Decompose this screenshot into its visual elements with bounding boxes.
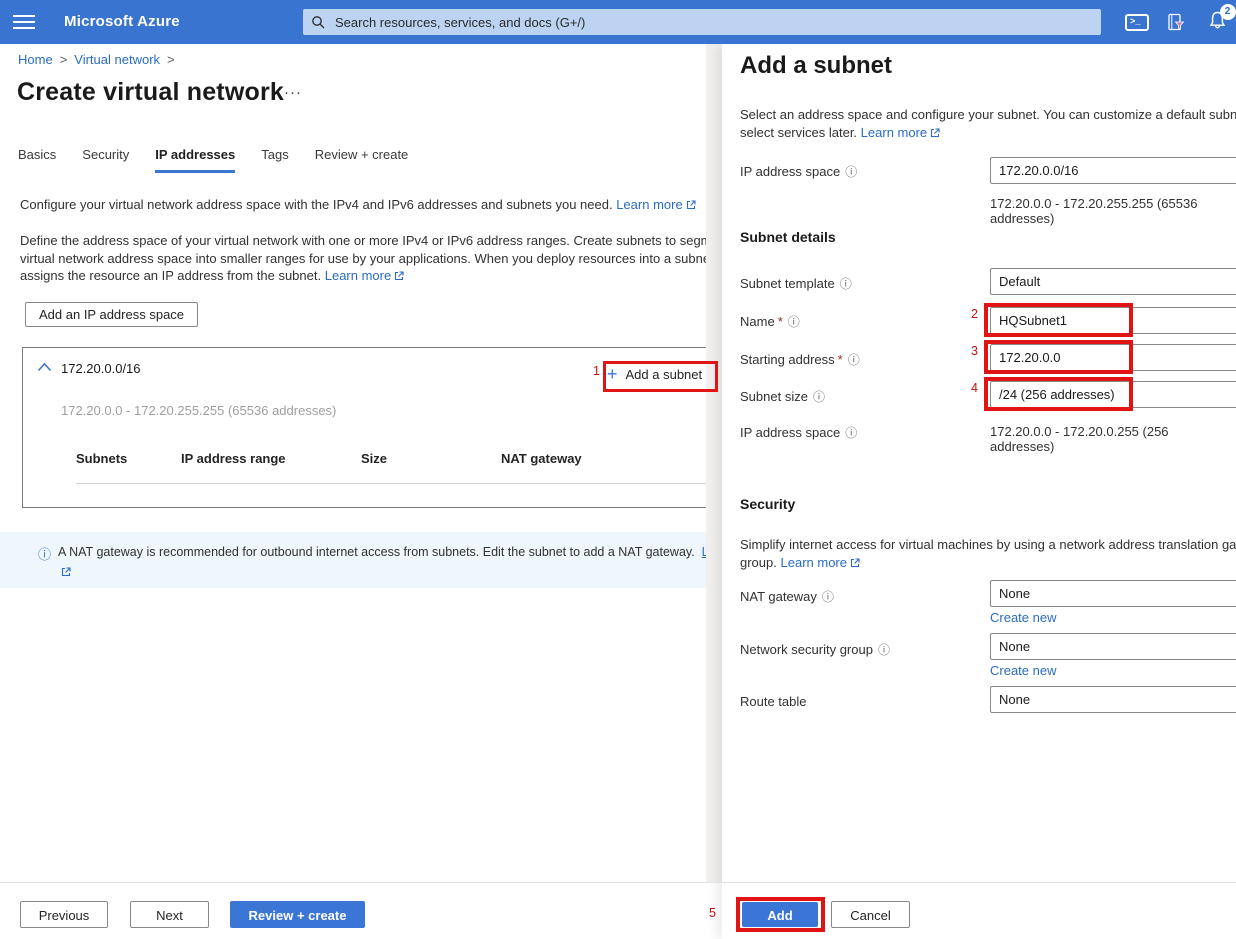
subnet-name-input[interactable]: HQSubnet1 (990, 307, 1236, 334)
global-search[interactable] (303, 9, 1101, 35)
nat-gateway-create-new-link[interactable]: Create new (990, 610, 1056, 625)
nat-gateway-select[interactable]: None (990, 580, 1236, 607)
ip-address-space-readonly-value: 172.20.0.0 - 172.20.0.255 (256 addresses… (990, 424, 1236, 454)
directory-filter-button[interactable] (1160, 0, 1190, 44)
starting-address-input[interactable]: 172.20.0.0 (990, 344, 1236, 371)
breadcrumb-separator-icon: > (60, 52, 68, 67)
network-security-group-label: Network security groupⓘ (740, 641, 890, 658)
terminal-icon: >_ (1125, 14, 1149, 31)
plus-icon: + (607, 365, 618, 383)
breadcrumb-separator-icon: > (167, 52, 175, 67)
ip-address-space-readonly-label: IP address spaceⓘ (740, 424, 857, 441)
page-title: Create virtual network (17, 78, 284, 107)
required-asterisk: * (838, 352, 843, 367)
azure-portal-page: Microsoft Azure >_ 2 Ho (0, 0, 1236, 939)
panel-intro-line1: Select an address space and configure yo… (740, 107, 1236, 122)
define-paragraph: Define the address space of your virtual… (20, 232, 754, 285)
breadcrumb-virtual-network-link[interactable]: Virtual network (74, 52, 160, 67)
top-bar: Microsoft Azure >_ 2 (0, 0, 1236, 44)
next-button[interactable]: Next (130, 901, 209, 928)
search-input[interactable] (333, 14, 1093, 31)
review-create-button[interactable]: Review + create (230, 901, 365, 928)
tab-ip-addresses[interactable]: IP addresses (155, 147, 235, 173)
title-more-menu-icon[interactable]: ··· (284, 84, 302, 101)
info-icon[interactable]: ⓘ (813, 390, 825, 404)
address-space-range: 172.20.0.0 - 172.20.255.255 (65536 addre… (61, 403, 336, 418)
subnet-details-heading: Subnet details (740, 229, 836, 245)
info-icon: ⓘ (38, 544, 51, 563)
security-heading: Security (740, 496, 795, 512)
breadcrumb-home-link[interactable]: Home (18, 52, 53, 67)
route-table-select[interactable]: None (990, 686, 1236, 713)
panel-intro-line2: select services later. Learn more (740, 125, 940, 140)
starting-address-label: Starting address*ⓘ (740, 351, 860, 368)
info-icon[interactable]: ⓘ (845, 426, 857, 440)
info-icon[interactable]: ⓘ (840, 277, 852, 291)
intro-paragraph: Configure your virtual network address s… (20, 197, 696, 212)
info-icon[interactable]: ⓘ (822, 590, 834, 604)
security-learn-more-link[interactable]: Learn more (781, 555, 847, 570)
info-icon[interactable]: ⓘ (788, 315, 800, 329)
nsg-create-new-link[interactable]: Create new (990, 663, 1056, 678)
column-header-subnets: Subnets (76, 451, 127, 466)
wizard-tabs: Basics Security IP addresses Tags Review… (18, 147, 408, 173)
directory-filter-icon (1165, 12, 1186, 33)
notifications-button[interactable]: 2 (1200, 0, 1234, 44)
panel-learn-more-link[interactable]: Learn more (861, 125, 927, 140)
required-asterisk: * (778, 314, 783, 329)
search-icon (311, 15, 325, 29)
info-icon[interactable]: ⓘ (848, 353, 860, 367)
external-link-icon (930, 128, 940, 138)
column-header-size: Size (361, 451, 387, 466)
subnet-size-select[interactable]: /24 (256 addresses) (990, 381, 1236, 408)
network-security-group-select[interactable]: None (990, 633, 1236, 660)
breadcrumb: Home > Virtual network > (18, 52, 175, 67)
notification-count-badge: 2 (1220, 4, 1236, 20)
subnet-template-label: Subnet templateⓘ (740, 275, 852, 292)
external-link-icon (850, 558, 860, 568)
info-icon[interactable]: ⓘ (878, 643, 890, 657)
tab-review-create[interactable]: Review + create (315, 147, 409, 173)
previous-button[interactable]: Previous (20, 901, 108, 928)
subnet-template-select[interactable]: Default (990, 268, 1236, 295)
nat-gateway-info-banner: ⓘ A NAT gateway is recommended for outbo… (0, 532, 718, 588)
annotation-step-number-5: 5 (702, 906, 716, 920)
add-button[interactable]: Add (742, 902, 818, 927)
table-divider (76, 483, 709, 484)
cloud-shell-button[interactable]: >_ (1122, 0, 1152, 44)
security-line1: Simplify internet access for virtual mac… (740, 537, 1236, 552)
brand-title: Microsoft Azure (64, 13, 180, 30)
tab-security[interactable]: Security (82, 147, 129, 173)
intro-learn-more-link[interactable]: Learn more (616, 197, 682, 212)
chevron-up-icon[interactable] (37, 362, 52, 372)
add-subnet-panel: Add a subnet Select an address space and… (722, 44, 1236, 939)
nat-gateway-label: NAT gatewayⓘ (740, 588, 834, 605)
route-table-label: Route table (740, 694, 807, 709)
add-ip-address-space-button[interactable]: Add an IP address space (25, 302, 198, 327)
ip-address-space-label: IP address spaceⓘ (740, 163, 857, 180)
external-link-icon[interactable] (61, 567, 71, 577)
cancel-button[interactable]: Cancel (831, 901, 910, 928)
tab-tags[interactable]: Tags (261, 147, 288, 173)
panel-title: Add a subnet (740, 52, 892, 80)
scrollbar-track[interactable] (706, 44, 722, 882)
tab-basics[interactable]: Basics (18, 147, 56, 173)
ip-address-space-helper: 172.20.0.0 - 172.20.255.255 (65536 addre… (990, 196, 1236, 226)
address-space-card: 172.20.0.0/16 172.20.0.0 - 172.20.255.25… (22, 347, 718, 508)
footer-divider (0, 882, 1236, 883)
external-link-icon (394, 271, 404, 281)
address-space-cidr: 172.20.0.0/16 (61, 361, 141, 376)
hamburger-menu-icon[interactable] (13, 15, 35, 29)
security-line2: group. Learn more (740, 555, 860, 570)
subnet-name-label: Name*ⓘ (740, 313, 800, 330)
define-learn-more-link[interactable]: Learn more (325, 268, 391, 283)
column-header-nat-gateway: NAT gateway (501, 451, 582, 466)
add-subnet-button[interactable]: + Add a subnet (607, 365, 702, 383)
column-header-ip-range: IP address range (181, 451, 286, 466)
ip-address-space-select[interactable]: 172.20.0.0/16 (990, 157, 1236, 184)
external-link-icon (686, 200, 696, 210)
info-icon[interactable]: ⓘ (845, 165, 857, 179)
subnet-size-label: Subnet sizeⓘ (740, 388, 825, 405)
